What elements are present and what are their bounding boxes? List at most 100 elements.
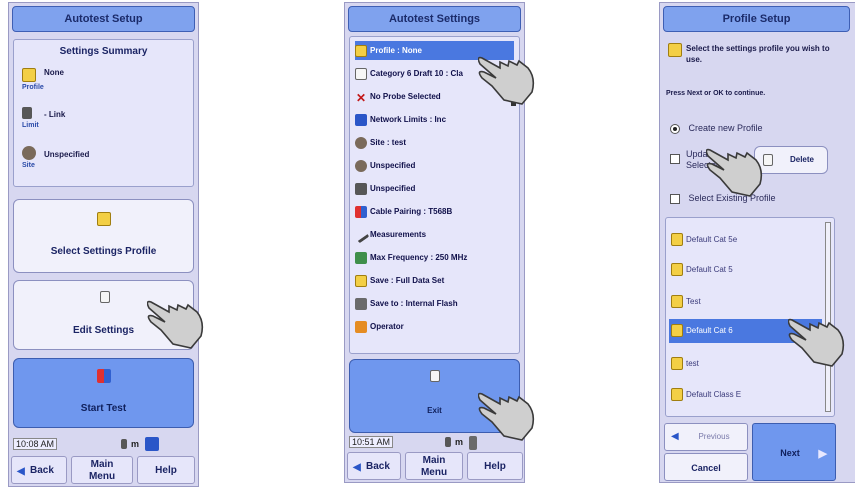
profile-setup-panel: Profile Setup Select the settings profil… xyxy=(659,2,855,483)
settings-icon xyxy=(100,291,110,303)
item-label: Save to : Internal Flash xyxy=(370,299,458,308)
length-unit: m xyxy=(131,439,140,449)
list-item[interactable]: Save to : Internal Flash xyxy=(355,294,514,313)
summary-value: None xyxy=(44,68,64,77)
button-label: Main Menu xyxy=(420,455,448,478)
list-item[interactable]: Site : test xyxy=(355,133,514,152)
clock: 10:08 AM xyxy=(13,438,58,450)
summary-key: Limit xyxy=(22,122,39,129)
chart-icon xyxy=(355,251,367,264)
list-item[interactable]: Operator xyxy=(355,317,514,336)
list-item[interactable]: Default Cat 5 xyxy=(669,258,822,282)
next-button[interactable]: Next ▶ xyxy=(752,423,836,481)
folder-icon xyxy=(668,43,682,57)
main-menu-button[interactable]: Main Menu xyxy=(405,452,463,480)
button-label: Help xyxy=(155,465,177,476)
item-label: Default Cat 5 xyxy=(686,265,733,274)
list-item[interactable]: Max Frequency : 250 MHz xyxy=(355,248,514,267)
item-label: Default Cat 6 xyxy=(686,326,733,335)
item-label: Default Cat 5e xyxy=(686,235,738,244)
item-label: Site : test xyxy=(370,138,407,147)
bottom-menu: ◀ Back Main Menu Help xyxy=(9,454,198,486)
item-label: Profile : None xyxy=(370,46,423,55)
button-label: Back xyxy=(30,465,54,476)
doc-icon xyxy=(355,67,367,80)
radio-button[interactable] xyxy=(670,123,680,134)
list-item[interactable]: Measurements xyxy=(355,225,514,244)
status-bar: 10:08 AM m xyxy=(9,435,198,455)
exit-icon xyxy=(430,370,440,382)
item-label: Unspecified xyxy=(370,161,416,170)
summary-key: Site xyxy=(22,162,35,169)
save-disk-icon xyxy=(145,437,159,451)
touch-hand-icon xyxy=(147,300,204,349)
limit-icon xyxy=(22,106,32,119)
link-icon xyxy=(121,439,127,449)
back-arrow-icon: ◀ xyxy=(671,431,679,442)
button-label: Previous xyxy=(698,432,730,441)
autotest-setup-panel: Autotest Setup Settings Summary None Pro… xyxy=(8,2,199,487)
length-unit: m xyxy=(455,437,464,447)
back-arrow-icon: ◀ xyxy=(17,466,25,477)
help-button[interactable]: Help xyxy=(467,452,523,480)
item-label: Category 6 Draft 10 : Cla xyxy=(370,69,463,78)
folder-icon xyxy=(671,295,683,309)
x-icon: ✕ xyxy=(355,90,367,105)
list-item[interactable]: Save : Full Data Set xyxy=(355,271,514,290)
start-test-button[interactable]: Start Test xyxy=(13,358,194,428)
settings-summary-box: Settings Summary None Profile - Link Lim… xyxy=(13,39,194,187)
gear-icon xyxy=(355,159,367,172)
battery-icon xyxy=(469,436,477,450)
folder-icon xyxy=(355,274,367,287)
folder-icon xyxy=(671,357,683,371)
folder-icon xyxy=(22,67,36,82)
select-settings-profile-button[interactable]: Select Settings Profile xyxy=(13,199,194,273)
previous-button[interactable]: ◀ Previous xyxy=(664,423,748,451)
cancel-button[interactable]: Cancel xyxy=(664,453,748,481)
summary-key: Profile xyxy=(22,84,44,91)
summary-row-profile: None Profile xyxy=(22,66,187,91)
summary-value: Unspecified xyxy=(44,150,90,159)
list-item[interactable]: Default Class E xyxy=(669,383,822,407)
folder-icon xyxy=(97,212,111,226)
item-label: Unspecified xyxy=(370,184,416,193)
create-new-profile-option[interactable]: Create new Profile xyxy=(670,123,763,134)
back-arrow-icon: ◀ xyxy=(353,462,361,473)
button-label: Delete xyxy=(789,155,814,164)
button-label: Start Test xyxy=(80,403,127,414)
bottom-menu: ◀ Back Main Menu Help xyxy=(345,450,524,482)
clock: 10:51 AM xyxy=(349,436,394,448)
help-button[interactable]: Help xyxy=(137,456,195,484)
main-menu-button[interactable]: Main Menu xyxy=(71,456,133,484)
checkbox[interactable] xyxy=(670,153,680,164)
link-icon xyxy=(445,437,451,447)
list-item[interactable]: Unspecified xyxy=(355,156,514,175)
network-icon xyxy=(355,113,367,126)
item-label: Default Class E xyxy=(686,390,742,399)
item-label: Cable Pairing : T568B xyxy=(370,207,453,216)
folder-icon xyxy=(671,324,683,338)
probe-icon xyxy=(355,226,370,244)
list-item[interactable]: Network Limits : Inc xyxy=(355,110,514,129)
touch-hand-icon xyxy=(706,148,763,197)
button-label: Select Settings Profile xyxy=(50,246,157,257)
folder-icon xyxy=(671,263,683,277)
list-item[interactable]: Cable Pairing : T568B xyxy=(355,202,514,221)
item-label: Save : Full Data Set xyxy=(370,276,445,285)
button-label: Main Menu xyxy=(88,459,116,482)
item-label: Test xyxy=(686,297,701,306)
list-item[interactable]: Unspecified xyxy=(355,179,514,198)
button-label: Cancel xyxy=(691,463,721,473)
list-item[interactable]: Default Cat 5e xyxy=(669,228,822,252)
button-label: Help xyxy=(484,461,506,472)
item-label: Max Frequency : 250 MHz xyxy=(370,253,468,262)
back-button[interactable]: ◀ Back xyxy=(11,456,67,484)
summary-value: - Link xyxy=(44,110,66,119)
folder-icon xyxy=(355,44,367,57)
summary-title: Settings Summary xyxy=(59,46,148,57)
checkbox[interactable] xyxy=(670,193,680,204)
site-icon xyxy=(22,145,36,160)
lock-icon xyxy=(355,182,367,195)
panel-title: Profile Setup xyxy=(663,6,850,32)
back-button[interactable]: ◀ Back xyxy=(347,452,401,480)
